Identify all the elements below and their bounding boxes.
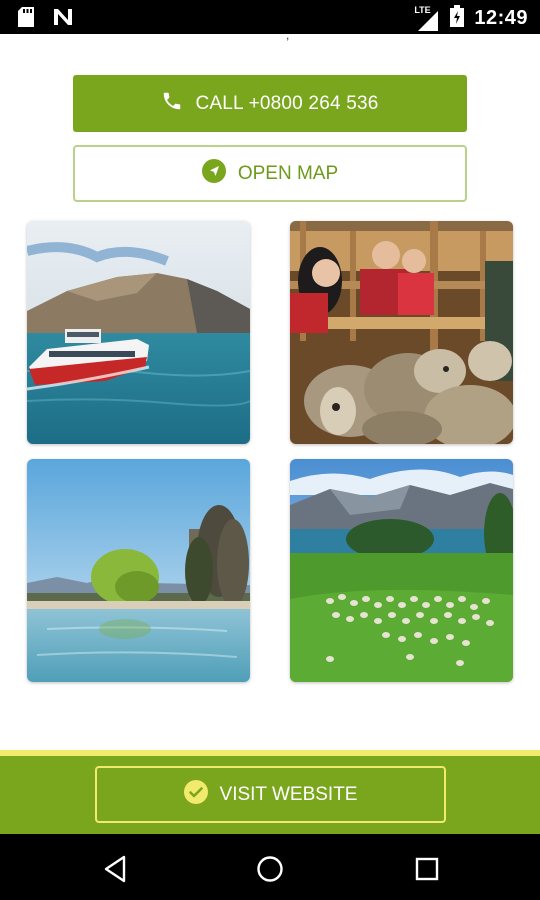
- clock: 12:49: [474, 7, 528, 29]
- visit-website-button[interactable]: VISIT WEBSITE: [95, 766, 446, 823]
- phone-icon: [161, 90, 183, 118]
- main-content: , CALL +0800 264 536 OPEN MAP: [0, 28, 540, 750]
- recents-icon[interactable]: [410, 852, 444, 886]
- back-icon[interactable]: [98, 852, 132, 886]
- ferry-boat-lake-photo[interactable]: [27, 221, 250, 444]
- home-icon[interactable]: [253, 852, 287, 886]
- navigation-icon: [201, 158, 226, 189]
- call-button[interactable]: CALL +0800 264 536: [73, 75, 467, 132]
- bottom-action-bar: VISIT WEBSITE: [0, 750, 540, 834]
- sheep-farm-visitors-photo[interactable]: [290, 221, 513, 444]
- open-map-button[interactable]: OPEN MAP: [73, 145, 467, 202]
- open-map-label: OPEN MAP: [237, 162, 339, 184]
- call-button-label: CALL +0800 264 536: [195, 92, 379, 114]
- visit-website-label: VISIT WEBSITE: [219, 783, 358, 805]
- sheep-flock-meadow-photo[interactable]: [290, 459, 513, 682]
- battery-icon: [450, 5, 465, 32]
- system-navigation-bar: [0, 834, 540, 900]
- signal-icon: LTE: [414, 4, 440, 31]
- check-circle-icon: [183, 779, 208, 810]
- lakeshore-trees-photo[interactable]: [27, 459, 250, 682]
- sd-card-icon: [18, 7, 34, 32]
- network-type-label: LTE: [414, 4, 431, 15]
- n-notification-icon: [52, 7, 74, 32]
- truncated-heading: ,: [286, 28, 290, 42]
- status-bar: LTE 12:49: [0, 0, 540, 34]
